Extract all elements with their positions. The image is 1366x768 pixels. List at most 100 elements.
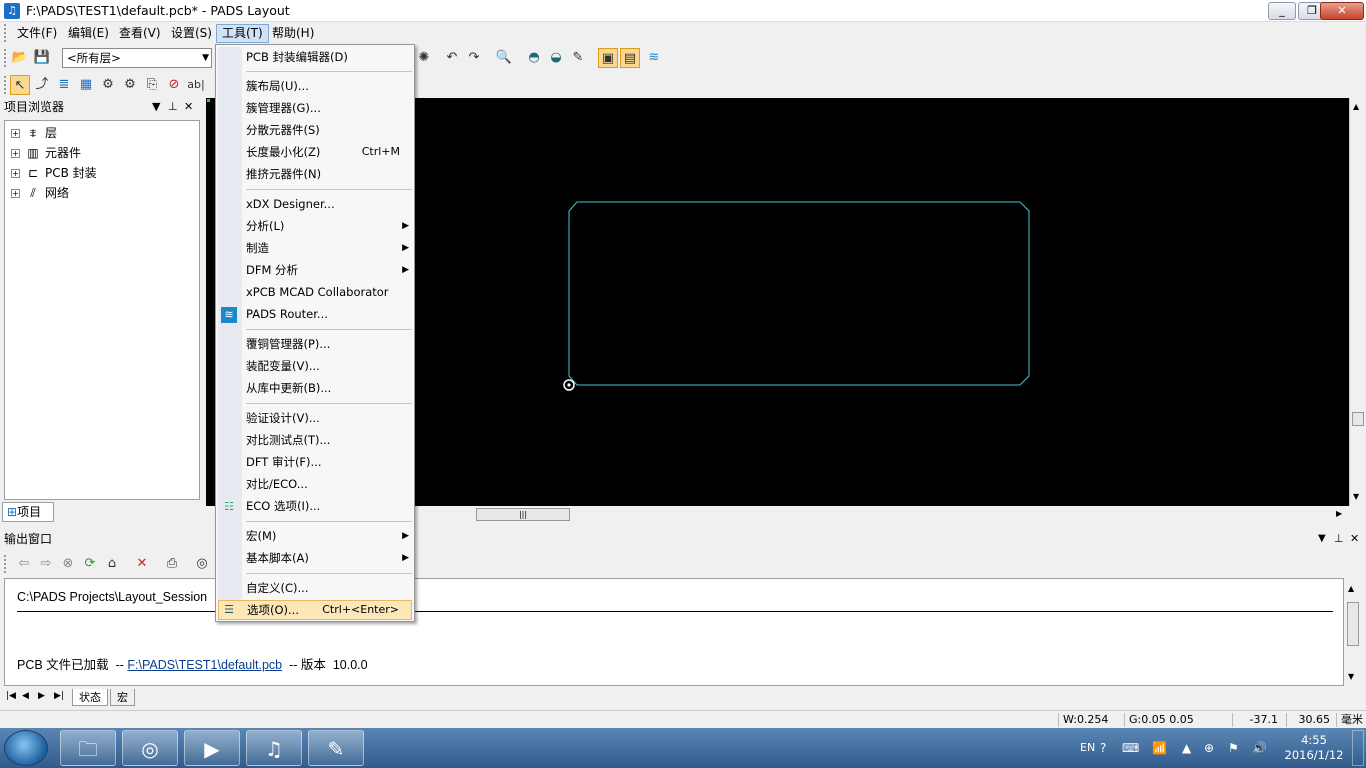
pin-icon[interactable]: ⊥	[1334, 530, 1344, 548]
move-icon[interactable]: ⤴	[32, 75, 52, 95]
pads-taskbar-icon[interactable]: ♫	[246, 730, 302, 766]
scroll-down-icon[interactable]: ▼	[1353, 492, 1359, 501]
zoom-icon[interactable]: 🔍	[494, 48, 514, 68]
layer-select[interactable]: <所有层> ▼	[62, 48, 212, 68]
component-icon[interactable]: ⎘	[142, 75, 162, 95]
copper-icon[interactable]: ▦	[76, 75, 96, 95]
flag-icon[interactable]: ⚑	[1228, 741, 1239, 755]
delete-icon[interactable]: ✕	[132, 554, 152, 574]
close-icon[interactable]: ✕	[1350, 530, 1359, 548]
pin-icon[interactable]: ⊥	[168, 98, 178, 116]
canvas-vertical-scrollbar[interactable]: ▲ ▼	[1349, 98, 1366, 506]
text-icon[interactable]: ab|	[186, 75, 206, 95]
menu-item-compare-eco[interactable]: 对比/ECO...	[246, 474, 412, 494]
close-icon[interactable]: ✕	[184, 98, 193, 116]
menu-item-eco-options[interactable]: ECO 选项(I)...	[246, 496, 412, 516]
start-button[interactable]	[4, 730, 48, 766]
menu-item-analysis[interactable]: 分析(L) ▶	[246, 216, 412, 236]
system-clock[interactable]: 4:55 2016/1/12	[1284, 733, 1344, 763]
close-button[interactable]: ✕	[1320, 2, 1364, 20]
gear-icon[interactable]: ⚙	[120, 75, 140, 95]
menu-item-assembly-variants[interactable]: 装配变量(V)...	[246, 356, 412, 376]
menu-item-cluster-place[interactable]: 簇布局(U)...	[246, 76, 412, 96]
volume-icon[interactable]: 🔊	[1252, 741, 1267, 755]
menu-item-update-from-library[interactable]: 从库中更新(B)...	[246, 378, 412, 398]
input-method-icon[interactable]: ⌨	[1122, 741, 1139, 755]
tab-status[interactable]: 状态	[72, 689, 108, 706]
language-indicator[interactable]: EN	[1080, 741, 1095, 754]
forward-icon[interactable]: ⇨	[36, 554, 56, 574]
menu-item-basic-scripts[interactable]: 基本脚本(A) ▶	[246, 548, 412, 568]
print-icon[interactable]: ⎙	[162, 554, 182, 574]
help-icon[interactable]: ?	[1100, 741, 1106, 755]
scroll-up-icon[interactable]: ▲	[1348, 584, 1354, 593]
menu-item-xpcb-mcad[interactable]: xPCB MCAD Collaborator	[246, 282, 412, 302]
prev-tab-icon[interactable]: ◀	[22, 691, 29, 701]
layer-stack-icon[interactable]: ≣	[54, 75, 74, 95]
design-mode-icon[interactable]: ▣	[598, 48, 618, 68]
menu-item-disperse[interactable]: 分散元器件(S)	[246, 120, 412, 140]
back-icon[interactable]: ⇦	[14, 554, 34, 574]
tree-item-nets[interactable]: + ⫽ 网络	[11, 183, 69, 203]
menu-item-xdx-designer[interactable]: xDX Designer...	[246, 194, 412, 214]
last-tab-icon[interactable]: ▶|	[54, 691, 64, 701]
menu-settings[interactable]: 设置(S)	[166, 24, 217, 43]
menu-tools[interactable]: 工具(T)	[216, 24, 269, 43]
expand-icon[interactable]: +	[11, 149, 20, 158]
browser-icon[interactable]: ◎	[122, 730, 178, 766]
menu-item-compare-test-points[interactable]: 对比测试点(T)...	[246, 430, 412, 450]
tab-macro[interactable]: 宏	[110, 689, 135, 706]
output-file-link[interactable]: F:\PADS\TEST1\default.pcb	[127, 658, 282, 672]
expand-icon[interactable]: +	[11, 129, 20, 138]
show-desktop-button[interactable]	[1352, 730, 1364, 766]
show-hidden-icons[interactable]: ▲	[1182, 741, 1191, 755]
cluster-icon[interactable]: ✺	[414, 48, 434, 68]
menu-item-manufacturing[interactable]: 制造 ▶	[246, 238, 412, 258]
menu-item-decal-editor[interactable]: PCB 封装编辑器(D)	[246, 47, 412, 67]
tree-item-pcb-decals[interactable]: + ⊏ PCB 封装	[11, 163, 97, 183]
select-arrow-icon[interactable]: ↖	[10, 75, 30, 95]
view-board-icon[interactable]: ◒	[546, 48, 566, 68]
router-mode-icon[interactable]: ▤	[620, 48, 640, 68]
scroll-right-icon[interactable]: ▶	[1336, 509, 1342, 518]
undo-icon[interactable]: ↶	[442, 48, 462, 68]
menu-item-options[interactable]: 选项(O)... Ctrl+<Enter>	[218, 600, 412, 620]
menu-edit[interactable]: 编辑(E)	[63, 24, 114, 43]
paint-icon[interactable]: ✎	[308, 730, 364, 766]
stop-icon[interactable]: ⊗	[58, 554, 78, 574]
menu-item-verify-design[interactable]: 验证设计(V)...	[246, 408, 412, 428]
expand-icon[interactable]: +	[11, 189, 20, 198]
menu-item-cluster-manager[interactable]: 簇管理器(G)...	[246, 98, 412, 118]
scroll-down-icon[interactable]: ▼	[1348, 672, 1354, 681]
output-text-area[interactable]: C:\PADS Projects\Layout_Session PCB 文件已加…	[4, 578, 1344, 686]
next-tab-icon[interactable]: ▶	[38, 691, 45, 701]
pads-router-icon[interactable]: ≋	[644, 48, 664, 68]
menu-item-pads-router[interactable]: PADS Router...	[246, 304, 412, 324]
menu-item-macro[interactable]: 宏(M) ▶	[246, 526, 412, 546]
scroll-up-icon[interactable]: ▲	[1353, 102, 1359, 111]
scroll-thumb[interactable]	[1352, 412, 1364, 426]
menu-item-dfm-analysis[interactable]: DFM 分析 ▶	[246, 260, 412, 280]
open-icon[interactable]: 📂	[10, 48, 30, 68]
no-entry-icon[interactable]: ⊘	[164, 75, 184, 95]
menu-item-length-minimize[interactable]: 长度最小化(Z) Ctrl+M	[246, 142, 412, 162]
menu-file[interactable]: 文件(F)	[12, 24, 62, 43]
output-vertical-scrollbar[interactable]: ▲ ▼	[1344, 578, 1362, 686]
home-icon[interactable]: ⌂	[102, 554, 122, 574]
security-icon[interactable]: ⊕	[1204, 741, 1214, 755]
tab-project[interactable]: ⊞项目	[2, 502, 54, 522]
wifi-icon[interactable]: 📶	[1152, 741, 1167, 755]
scroll-thumb[interactable]	[1347, 602, 1359, 646]
tree-item-components[interactable]: + ▥ 元器件	[11, 143, 81, 163]
explorer-icon[interactable]: 🗀	[60, 730, 116, 766]
minimize-button[interactable]: _	[1268, 2, 1296, 20]
chevron-down-icon[interactable]: ▼	[1318, 530, 1326, 548]
chevron-down-icon[interactable]: ▼	[152, 98, 160, 116]
menu-item-dft-audit[interactable]: DFT 审计(F)...	[246, 452, 412, 472]
menu-view[interactable]: 查看(V)	[114, 24, 166, 43]
tree-item-layers[interactable]: + ⩨ 层	[11, 123, 57, 143]
canvas-horizontal-scrollbar[interactable]: ||| ▶	[410, 506, 1349, 523]
find-icon[interactable]: ◎	[192, 554, 212, 574]
menu-item-pour-manager[interactable]: 覆铜管理器(P)...	[246, 334, 412, 354]
menu-help[interactable]: 帮助(H)	[267, 24, 319, 43]
